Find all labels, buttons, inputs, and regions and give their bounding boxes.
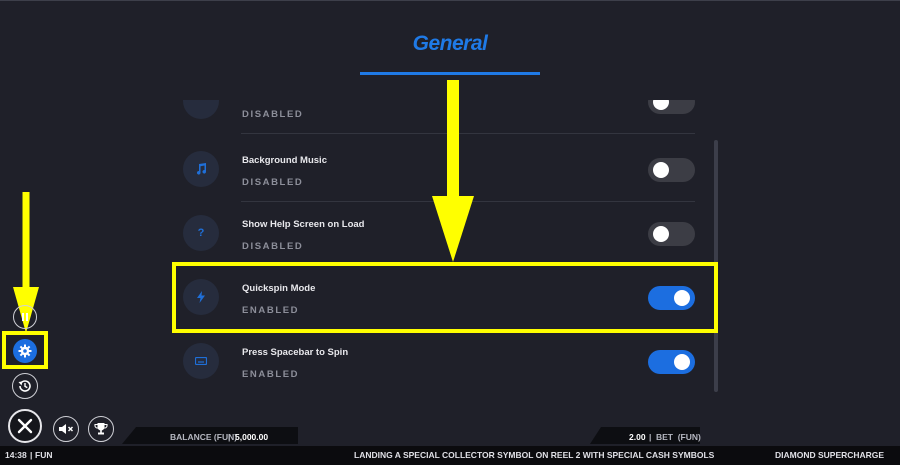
balance-separator: | xyxy=(228,432,231,442)
settings-button[interactable] xyxy=(13,339,37,363)
close-icon xyxy=(17,418,33,434)
game-name: DIAMOND SUPERCHARGE xyxy=(775,450,885,460)
close-button[interactable] xyxy=(8,409,42,443)
bet-value: 2.00 xyxy=(629,432,646,442)
history-button[interactable] xyxy=(12,373,38,399)
arrow-head-center xyxy=(432,196,474,262)
bet-label: BET (FUN) xyxy=(656,432,701,442)
balance-value: 5,000.00 xyxy=(235,432,269,442)
status-bar: 14:38 | FUN LANDING A SPECIAL COLLECTOR … xyxy=(0,446,900,465)
trophy-icon xyxy=(94,423,108,435)
pause-icon xyxy=(22,313,28,321)
gear-icon xyxy=(18,344,32,358)
balance-label: BALANCE (FUN) xyxy=(170,432,238,442)
ticker-message: LANDING A SPECIAL COLLECTOR SYMBOL ON RE… xyxy=(354,450,714,460)
history-icon xyxy=(18,380,31,392)
speaker-muted-icon xyxy=(59,424,74,434)
bet-separator: | xyxy=(649,432,652,442)
status-separator: | xyxy=(30,450,33,460)
annotation-arrows xyxy=(13,80,474,333)
ticker-window: LANDING A SPECIAL COLLECTOR SYMBOL ON RE… xyxy=(352,446,714,465)
clock: 14:38 xyxy=(5,450,27,460)
pause-button[interactable] xyxy=(13,305,37,329)
trophy-button[interactable] xyxy=(88,416,114,442)
mute-button[interactable] xyxy=(53,416,79,442)
play-mode: FUN xyxy=(35,450,53,460)
